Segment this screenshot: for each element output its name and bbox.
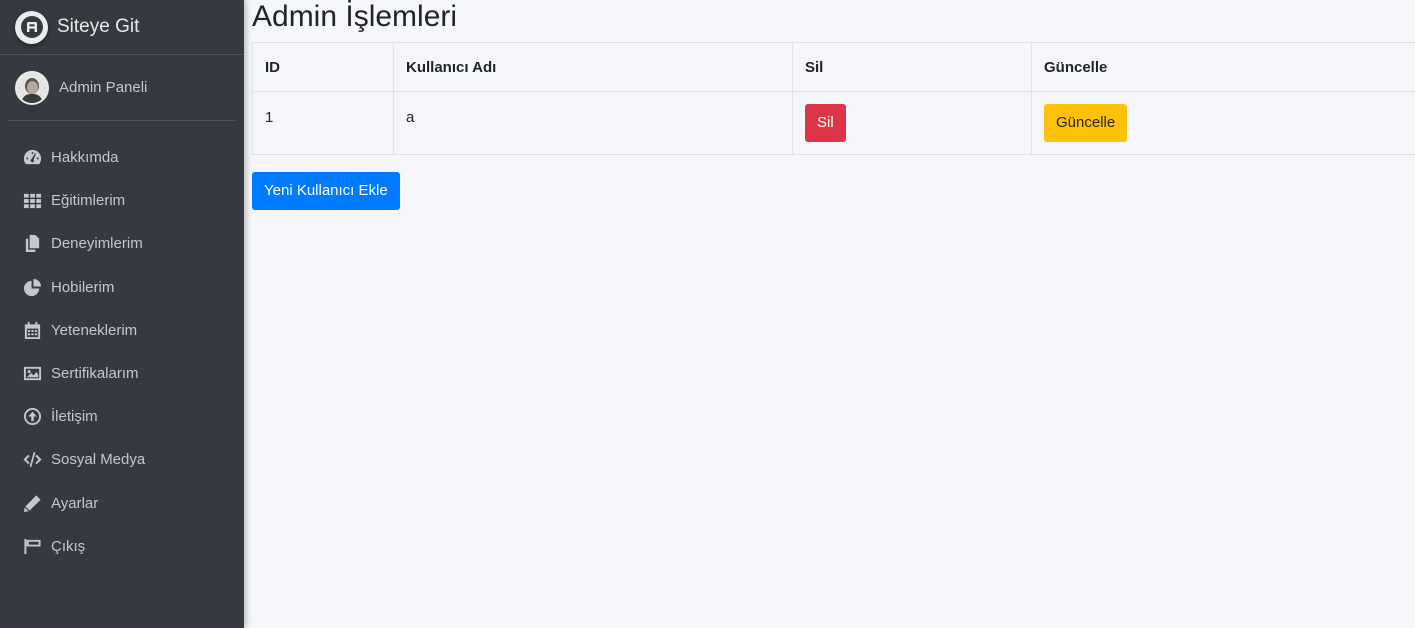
cell-delete: Sil xyxy=(792,91,1032,155)
sidebar-item-label: Deneyimlerim xyxy=(51,235,143,253)
flag-icon xyxy=(22,536,42,556)
sidebar-item-egitimlerim[interactable]: Eğitimlerim xyxy=(0,179,244,222)
cell-username: a xyxy=(393,91,793,155)
calendar-icon xyxy=(22,320,42,340)
pie-chart-icon xyxy=(22,277,42,297)
sidebar-item-sosyal-medya[interactable]: Sosyal Medya xyxy=(0,438,244,481)
sidebar-item-label: Sertifikalarım xyxy=(51,365,139,383)
sidebar-item-sertifikalarim[interactable]: Sertifikalarım xyxy=(0,352,244,395)
column-header-delete: Sil xyxy=(792,42,1032,92)
image-icon xyxy=(22,364,42,384)
arrow-circle-up-icon xyxy=(22,407,42,427)
brand-logo-icon xyxy=(15,10,48,44)
copy-icon xyxy=(22,234,42,254)
table-row: 1 a Sil Güncelle xyxy=(252,91,1415,155)
sidebar-item-iletisim[interactable]: İletişim xyxy=(0,395,244,438)
sidebar-item-label: Hobilerim xyxy=(51,278,115,296)
user-name: Admin Paneli xyxy=(59,79,148,96)
table-header-row: ID Kullanıcı Adı Sil Güncelle xyxy=(252,42,1415,92)
pencil-icon xyxy=(22,493,42,513)
sidebar-item-label: Ayarlar xyxy=(51,494,99,512)
sidebar-item-label: Çıkış xyxy=(51,537,86,555)
code-icon xyxy=(22,450,42,470)
sidebar-item-label: Eğitimlerim xyxy=(51,192,126,210)
sidebar-nav: Hakkımda Eğitimlerim Deneyimlerim Hobile… xyxy=(0,121,244,568)
sidebar-item-label: Sosyal Medya xyxy=(51,451,146,469)
grid-icon xyxy=(22,191,42,211)
sidebar-item-yeteneklerim[interactable]: Yeteneklerim xyxy=(0,309,244,352)
sidebar-item-cikis[interactable]: Çıkış xyxy=(0,525,244,568)
main-content: Admin İşlemleri ID Kullanıcı Adı Sil Gün… xyxy=(252,0,1415,210)
tachometer-icon xyxy=(22,148,42,168)
cell-update: Güncelle xyxy=(1031,91,1415,155)
users-table: ID Kullanıcı Adı Sil Güncelle 1 a Sil Gü… xyxy=(252,42,1415,155)
column-header-update: Güncelle xyxy=(1031,42,1415,92)
brand-title: Siteye Git xyxy=(57,16,140,37)
cell-id: 1 xyxy=(252,91,394,155)
sidebar-item-label: Hakkımda xyxy=(51,149,119,167)
user-username: a xyxy=(406,108,415,126)
user-id: 1 xyxy=(265,108,274,126)
sidebar-item-deneyimlerim[interactable]: Deneyimlerim xyxy=(0,222,244,265)
column-header-id: ID xyxy=(252,42,394,92)
sidebar-item-label: Yeteneklerim xyxy=(51,321,138,339)
sidebar-item-ayarlar[interactable]: Ayarlar xyxy=(0,482,244,525)
sidebar-item-label: İletişim xyxy=(51,408,98,426)
brand-link[interactable]: Siteye Git xyxy=(0,0,244,55)
delete-button[interactable]: Sil xyxy=(805,104,846,142)
sidebar-item-hakkimda[interactable]: Hakkımda xyxy=(0,136,244,179)
sidebar-item-hobilerim[interactable]: Hobilerim xyxy=(0,266,244,309)
add-user-button[interactable]: Yeni Kullanıcı Ekle xyxy=(252,172,400,210)
update-button[interactable]: Güncelle xyxy=(1044,104,1128,142)
column-header-username: Kullanıcı Adı xyxy=(393,42,793,92)
user-panel[interactable]: Admin Paneli xyxy=(8,55,236,121)
page-title: Admin İşlemleri xyxy=(252,0,458,33)
avatar xyxy=(15,70,49,105)
sidebar: Siteye Git Admin Paneli Hakkımda Eğitiml… xyxy=(0,0,244,628)
